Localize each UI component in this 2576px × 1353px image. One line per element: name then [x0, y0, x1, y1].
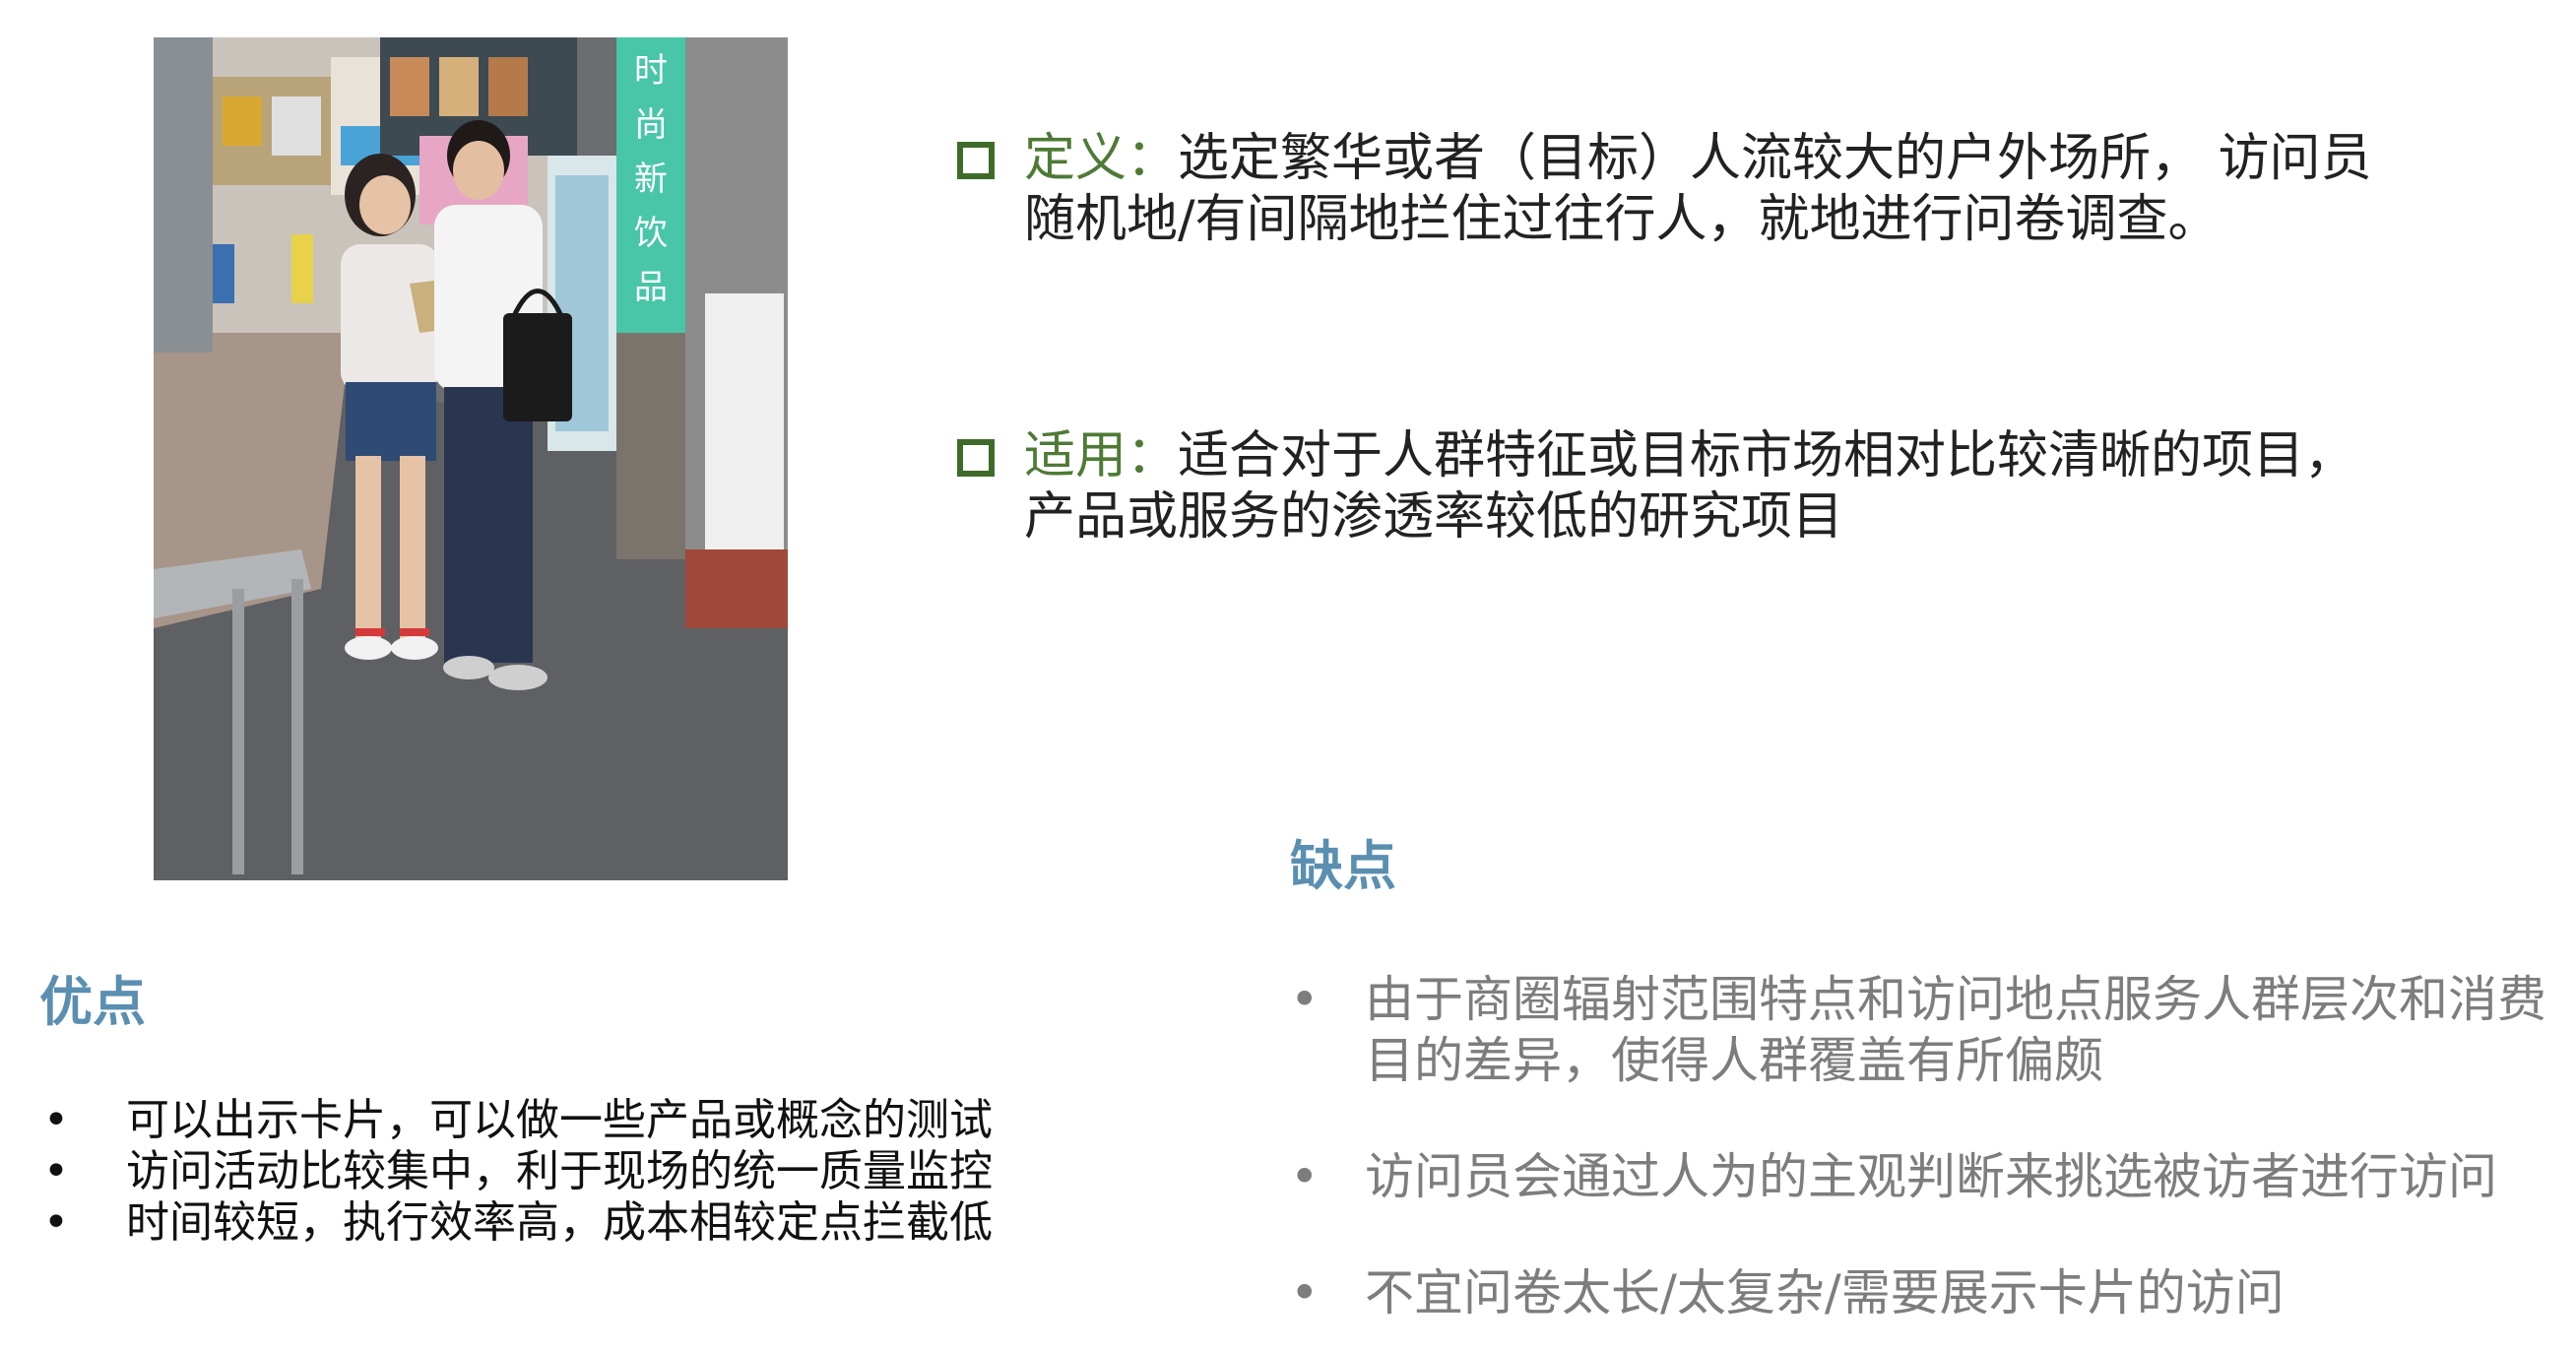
- slide: 时 尚 新 饮 品 定义：选定繁华或者（目标）人流较大的户外场所， 访问员随机地…: [0, 0, 2576, 1353]
- bullet-dot-icon: •: [43, 1146, 69, 1196]
- pros-item: • 时间较短，执行效率高，成本相较定点拦截低: [39, 1197, 1123, 1249]
- cons-heading: 缺点: [1290, 835, 1396, 897]
- street-intercept-photo: 时 尚 新 饮 品: [154, 37, 788, 880]
- bullet-dot-icon: •: [1290, 1148, 1320, 1205]
- cons-item: • 不宜问卷太长/太复杂/需要展示卡片的访问: [1290, 1262, 2560, 1323]
- photo-illustration: 时 尚 新 饮 品: [154, 37, 788, 880]
- definition-label: 定义: [1024, 129, 1127, 188]
- definition-colon: ：: [1127, 129, 1179, 188]
- square-bullet-icon: [957, 439, 995, 477]
- sign-char-1: 时: [634, 51, 668, 91]
- sign-char-4: 饮: [634, 214, 668, 253]
- sign-char-5: 品: [634, 268, 668, 307]
- cons-list: • 由于商圈辐射范围特点和访问地点服务人群层次和消费目的差异，使得人群覆盖有所偏…: [1290, 969, 2560, 1353]
- square-bullet-icon: [957, 142, 995, 179]
- pros-item: • 可以出示卡片，可以做一些产品或概念的测试: [39, 1095, 1123, 1146]
- cons-item-text: 由于商圈辐射范围特点和访问地点服务人群层次和消费目的差异，使得人群覆盖有所偏颇: [1365, 971, 2546, 1089]
- pros-list: • 可以出示卡片，可以做一些产品或概念的测试 • 访问活动比较集中，利于现场的统…: [39, 1095, 1123, 1249]
- sign-char-2: 尚: [634, 105, 668, 145]
- definition-text: 选定繁华或者（目标）人流较大的户外场所， 访问员随机地/有间隔地拦住过往行人，就…: [1024, 129, 2372, 249]
- cons-item-text: 不宜问卷太长/太复杂/需要展示卡片的访问: [1365, 1264, 2285, 1321]
- bullet-dot-icon: •: [1290, 1264, 1320, 1321]
- application-text: 适合对于人群特征或目标市场相对比较清晰的项目， 产品或服务的渗透率较低的研究项目: [1024, 426, 2356, 547]
- pros-item-text: 时间较短，执行效率高，成本相较定点拦截低: [126, 1197, 993, 1248]
- definition-block: 定义：选定繁华或者（目标）人流较大的户外场所， 访问员随机地/有间隔地拦住过往行…: [957, 128, 2415, 250]
- bullet-dot-icon: •: [1290, 971, 1320, 1028]
- cons-item: • 由于商圈辐射范围特点和访问地点服务人群层次和消费目的差异，使得人群覆盖有所偏…: [1290, 969, 2560, 1091]
- pros-heading: 优点: [39, 971, 146, 1033]
- application-label: 适用: [1024, 426, 1127, 485]
- pros-item-text: 可以出示卡片，可以做一些产品或概念的测试: [126, 1095, 993, 1145]
- bullet-dot-icon: •: [43, 1197, 69, 1248]
- application-row: 适用：适合对于人群特征或目标市场相对比较清晰的项目， 产品或服务的渗透率较低的研…: [957, 425, 2415, 548]
- definition-row: 定义：选定繁华或者（目标）人流较大的户外场所， 访问员随机地/有间隔地拦住过往行…: [957, 128, 2415, 250]
- pros-item: • 访问活动比较集中，利于现场的统一质量监控: [39, 1146, 1123, 1197]
- pros-item-text: 访问活动比较集中，利于现场的统一质量监控: [126, 1146, 993, 1196]
- application-colon: ：: [1127, 426, 1179, 485]
- sign-char-3: 新: [634, 160, 668, 199]
- cons-item: • 访问员会通过人为的主观判断来挑选被访者进行访问: [1290, 1146, 2560, 1207]
- application-block: 适用：适合对于人群特征或目标市场相对比较清晰的项目， 产品或服务的渗透率较低的研…: [957, 425, 2415, 548]
- bullet-dot-icon: •: [43, 1095, 69, 1145]
- cons-item-text: 访问员会通过人为的主观判断来挑选被访者进行访问: [1365, 1148, 2497, 1205]
